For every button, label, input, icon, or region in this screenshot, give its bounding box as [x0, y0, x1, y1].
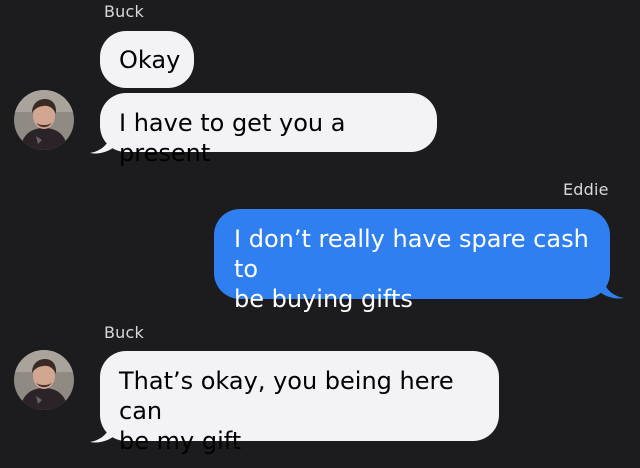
avatar[interactable] — [14, 90, 74, 150]
sender-name-buck: Buck — [104, 323, 144, 342]
message-bubble-outgoing[interactable]: I don’t really have spare cash to be buy… — [214, 209, 610, 313]
bubble-tail-incoming — [90, 420, 118, 443]
bubble-tail-outgoing — [596, 276, 624, 299]
avatar[interactable] — [14, 350, 74, 410]
message-text-line: That’s okay, you being here can — [119, 367, 454, 425]
message-bubble-incoming[interactable]: I have to get you a present — [100, 93, 437, 167]
message-text-line: I don’t really have spare cash to — [234, 225, 589, 283]
message-text-line: be buying gifts — [234, 285, 413, 313]
message-text: Okay — [119, 46, 181, 74]
contact-avatar-icon — [14, 350, 74, 410]
contact-avatar-icon — [14, 90, 74, 150]
sender-name-eddie: Eddie — [563, 180, 609, 199]
sender-name-buck: Buck — [104, 2, 144, 21]
bubble-tail-incoming — [90, 131, 118, 154]
message-thread: Buck Okay I have to get you a present Ed… — [0, 0, 640, 468]
message-text-line: be my gift — [119, 427, 242, 455]
message-bubble-incoming[interactable]: That’s okay, you being here can be my gi… — [100, 351, 499, 455]
message-bubble-incoming[interactable]: Okay — [100, 31, 194, 88]
message-text: I have to get you a present — [119, 109, 346, 167]
